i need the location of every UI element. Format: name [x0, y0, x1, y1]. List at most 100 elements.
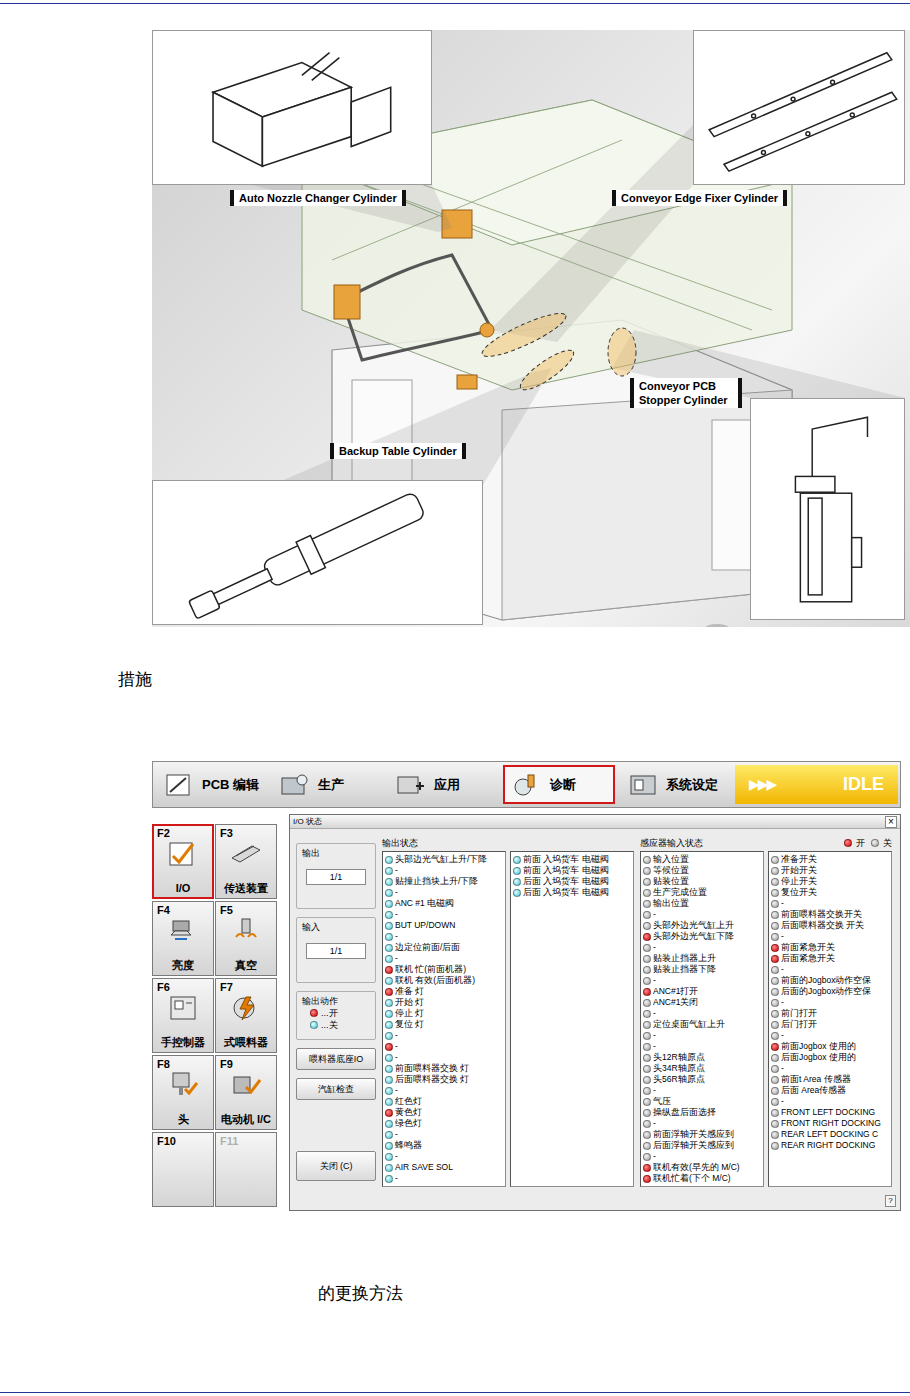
io-item[interactable]: 联机 忙(前面机器)	[385, 964, 503, 975]
io-item[interactable]: -	[643, 942, 761, 953]
io-item[interactable]: BUT UP/DOWN	[385, 920, 503, 931]
io-item[interactable]: 头12R轴原点	[643, 1052, 761, 1063]
function-key[interactable]: F9电动机 I/C	[215, 1055, 277, 1130]
io-item[interactable]: 头部外边光气缸下降	[643, 931, 761, 942]
io-item[interactable]: 边定位前面/后面	[385, 942, 503, 953]
io-item[interactable]: 停止 灯	[385, 1008, 503, 1019]
io-item[interactable]: 后面的Jogbox动作空保	[771, 986, 889, 997]
io-item[interactable]: 前门打开	[771, 1008, 889, 1019]
io-item[interactable]: 联机忙着(下个 M/C)	[643, 1173, 761, 1184]
io-item[interactable]: 红色灯	[385, 1096, 503, 1107]
toolbar-tab[interactable]: 生产	[271, 765, 383, 804]
close-button[interactable]: ×	[885, 816, 897, 828]
io-item[interactable]: 贴撞止挡块上升/下降	[385, 876, 503, 887]
io-item[interactable]: 头34R轴原点	[643, 1063, 761, 1074]
io-item[interactable]: 复位 灯	[385, 1019, 503, 1030]
function-key[interactable]: F7式喂料器	[215, 978, 277, 1053]
io-item[interactable]: 后面 入坞货车 电磁阀	[513, 876, 631, 887]
io-item[interactable]: 前面的Jogbox动作空保	[771, 975, 889, 986]
toolbar-tab[interactable]: 诊断	[503, 765, 615, 804]
io-item[interactable]: -	[771, 898, 889, 909]
io-item[interactable]: 后面浮轴开关感应到	[643, 1140, 761, 1151]
io-item[interactable]: 前面紧急开关	[771, 942, 889, 953]
io-item[interactable]: -	[643, 1118, 761, 1129]
io-item[interactable]: -	[385, 1151, 503, 1162]
window-button[interactable]: 汽缸检查	[296, 1078, 376, 1100]
io-item[interactable]: 贴装止挡器下降	[643, 964, 761, 975]
io-item[interactable]: 后面 Area传感器	[771, 1085, 889, 1096]
pager-field[interactable]: 1/1	[306, 943, 366, 959]
io-item[interactable]: 操纵盘后面选择	[643, 1107, 761, 1118]
function-key[interactable]: F2I/O	[152, 824, 214, 899]
io-item[interactable]: 黄色灯	[385, 1107, 503, 1118]
io-item[interactable]: 前面喂料器交换开关	[771, 909, 889, 920]
help-button[interactable]: ?	[885, 1195, 896, 1207]
io-item[interactable]: 头56R轴原点	[643, 1074, 761, 1085]
io-item[interactable]: FRONT LEFT DOCKING	[771, 1107, 889, 1118]
io-item[interactable]: -	[385, 1041, 503, 1052]
io-item[interactable]: -	[643, 1041, 761, 1052]
io-item[interactable]: 后门打开	[771, 1019, 889, 1030]
io-item[interactable]: -	[385, 1129, 503, 1140]
io-item[interactable]: 等候位置	[643, 865, 761, 876]
function-key[interactable]: F6手控制器	[152, 978, 214, 1053]
io-item[interactable]: 头部边光气缸上升/下降	[385, 854, 503, 865]
io-item[interactable]: 后面紧急开关	[771, 953, 889, 964]
toolbar-tab[interactable]: 系统设定	[619, 765, 731, 804]
io-item[interactable]: -	[643, 975, 761, 986]
pager-field[interactable]: 1/1	[306, 869, 366, 885]
close-window-button[interactable]: 关闭 (C)	[296, 1151, 376, 1181]
io-item[interactable]: -	[643, 1085, 761, 1096]
io-item[interactable]: 前面 入坞货车 电磁阀	[513, 854, 631, 865]
io-item[interactable]: -	[771, 931, 889, 942]
io-item[interactable]: 定位桌面气缸上升	[643, 1019, 761, 1030]
io-item[interactable]: 前面 入坞货车 电磁阀	[513, 865, 631, 876]
io-item[interactable]: 后面喂料器交换 灯	[385, 1074, 503, 1085]
window-button[interactable]: 喂料器底座IO	[296, 1048, 376, 1070]
function-key[interactable]: F8头	[152, 1055, 214, 1130]
io-item[interactable]: 输入位置	[643, 854, 761, 865]
io-item[interactable]: 开始开关	[771, 865, 889, 876]
io-item[interactable]: -	[771, 997, 889, 1008]
io-item[interactable]: -	[385, 909, 503, 920]
toolbar-tab[interactable]: PCB 编辑	[155, 765, 267, 804]
io-item[interactable]: 前面浮轴开关感应到	[643, 1129, 761, 1140]
io-item[interactable]: -	[771, 1096, 889, 1107]
io-item[interactable]: 贴装止挡器上升	[643, 953, 761, 964]
io-item[interactable]: 前面t Area 传感器	[771, 1074, 889, 1085]
io-item[interactable]: FRONT RIGHT DOCKING	[771, 1118, 889, 1129]
function-key[interactable]: F4亮度	[152, 901, 214, 976]
io-item[interactable]: 贴装位置	[643, 876, 761, 887]
io-item[interactable]: 蜂鸣器	[385, 1140, 503, 1151]
io-item[interactable]: 开始 灯	[385, 997, 503, 1008]
io-item[interactable]: REAR LEFT DOCKING C	[771, 1129, 889, 1140]
io-item[interactable]: 准备 灯	[385, 986, 503, 997]
function-key[interactable]: F5真空	[215, 901, 277, 976]
io-item[interactable]: -	[643, 1030, 761, 1041]
io-item[interactable]: 后面Jogbox 使用的	[771, 1052, 889, 1063]
function-key[interactable]: F10	[152, 1132, 214, 1207]
io-item[interactable]: 联机 有效(后面机器)	[385, 975, 503, 986]
io-item[interactable]: REAR RIGHT DOCKING	[771, 1140, 889, 1151]
io-item[interactable]: 联机有效(早先的 M/C)	[643, 1162, 761, 1173]
io-item[interactable]: -	[643, 909, 761, 920]
io-item[interactable]: -	[771, 1063, 889, 1074]
io-item[interactable]: ANC#1关闭	[643, 997, 761, 1008]
io-item[interactable]: 前面喂料器交换 灯	[385, 1063, 503, 1074]
io-item[interactable]: -	[643, 1008, 761, 1019]
io-item[interactable]: -	[385, 887, 503, 898]
toolbar-tab[interactable]: 应用	[387, 765, 499, 804]
io-item[interactable]: -	[771, 1030, 889, 1041]
io-item[interactable]: 输出位置	[643, 898, 761, 909]
io-item[interactable]: -	[643, 1151, 761, 1162]
io-item[interactable]: -	[385, 1085, 503, 1096]
io-item[interactable]: 后面喂料器交换 开关	[771, 920, 889, 931]
io-item[interactable]: 头部外边光气缸上升	[643, 920, 761, 931]
io-item[interactable]: -	[385, 1030, 503, 1041]
io-item[interactable]: 后面 入坞货车 电磁阀	[513, 887, 631, 898]
io-item[interactable]: ANC#1打开	[643, 986, 761, 997]
io-item[interactable]: 气压	[643, 1096, 761, 1107]
io-item[interactable]: 停止开关	[771, 876, 889, 887]
io-item[interactable]: AIR SAVE SOL	[385, 1162, 503, 1173]
io-item[interactable]: ANC #1 电磁阀	[385, 898, 503, 909]
